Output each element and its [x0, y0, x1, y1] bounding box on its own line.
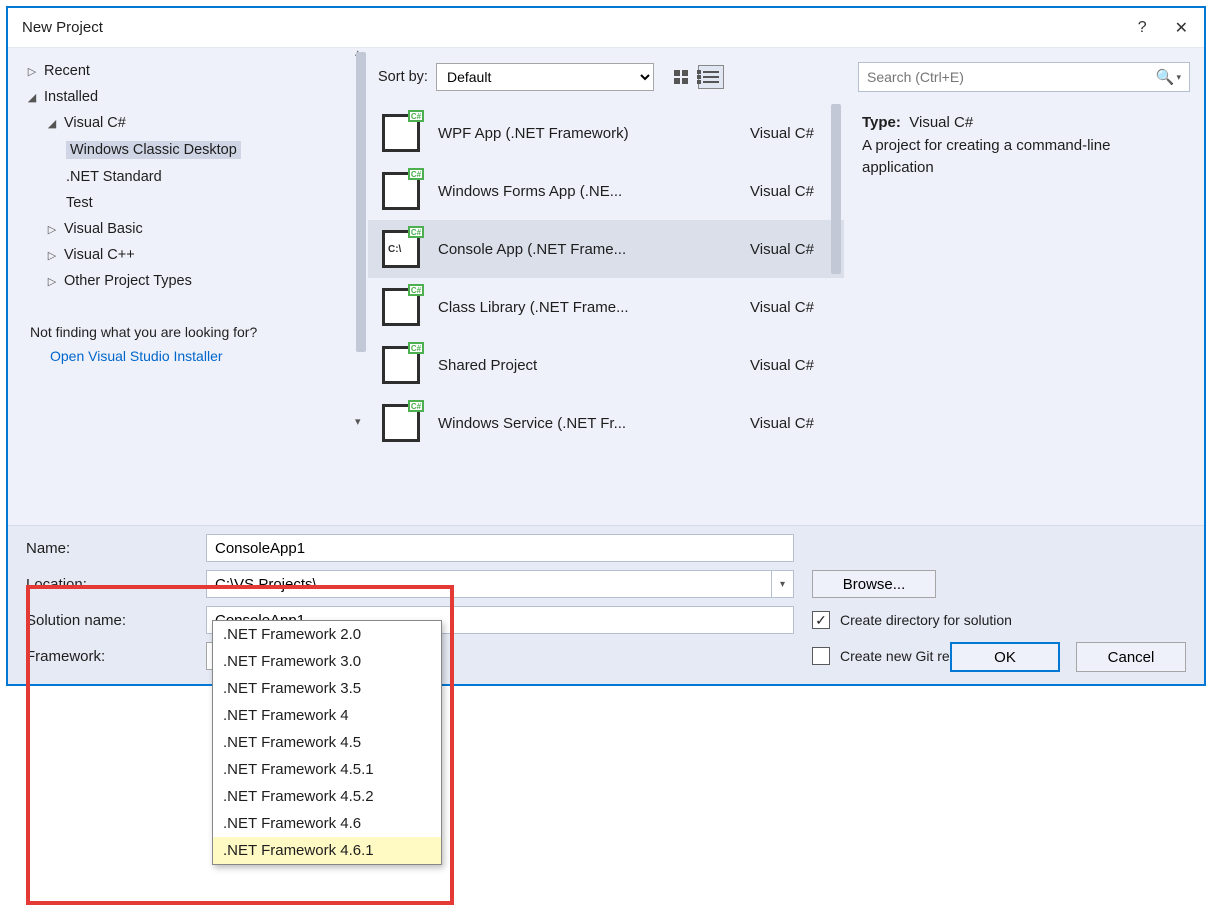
template-icon: C# [382, 346, 420, 384]
detail-type-value: Visual C# [909, 114, 973, 131]
browse-button[interactable]: Browse... [812, 570, 936, 598]
view-list-button[interactable] [698, 65, 724, 89]
not-finding-text: Not finding what you are looking for? [30, 324, 350, 340]
template-lang: Visual C# [750, 241, 830, 258]
framework-option[interactable]: .NET Framework 3.0 [213, 648, 441, 675]
tree-item-visual-cpp[interactable]: ▷ Visual C++ [40, 242, 362, 268]
tree-item-windows-classic-desktop[interactable]: Windows Classic Desktop [60, 136, 362, 164]
template-row[interactable]: C#C:\ Console App (.NET Frame... Visual C# [368, 220, 844, 278]
location-input[interactable] [206, 570, 772, 598]
tree-item-test[interactable]: Test [60, 190, 362, 216]
chevron-right-icon: ▷ [26, 65, 38, 78]
tree-item-recent[interactable]: ▷ Recent [20, 58, 362, 84]
template-name: Shared Project [438, 357, 732, 374]
tree-item-installed[interactable]: ◢ Installed [20, 84, 362, 110]
template-lang: Visual C# [750, 183, 830, 200]
template-row[interactable]: C# Shared Project Visual C# [368, 336, 844, 394]
template-name: Windows Forms App (.NE... [438, 183, 732, 200]
template-detail: Type: Visual C# A project for creating a… [844, 98, 1204, 525]
search-icon[interactable]: 🔍 ▾ [1156, 68, 1181, 86]
template-list: C# WPF App (.NET Framework) Visual C# C# Win… [368, 98, 844, 525]
detail-description: A project for creating a command-line ap… [862, 135, 1186, 180]
template-scrollbar[interactable] [828, 104, 844, 494]
create-git-checkbox[interactable] [812, 647, 830, 665]
chevron-right-icon: ▷ [46, 223, 58, 236]
template-row[interactable]: C# Windows Forms App (.NE... Visual C# [368, 162, 844, 220]
chevron-down-icon: ◢ [46, 117, 58, 130]
tree-item-visual-basic[interactable]: ▷ Visual Basic [40, 216, 362, 242]
chevron-right-icon: ▷ [46, 249, 58, 262]
template-name: Class Library (.NET Frame... [438, 299, 732, 316]
name-input[interactable] [206, 534, 794, 562]
tree-item-visual-csharp[interactable]: ◢ Visual C# [40, 110, 362, 136]
framework-option[interactable]: .NET Framework 4.5.2 [213, 783, 441, 810]
tree-scrollbar[interactable]: ▴ ▾ [354, 52, 368, 422]
framework-label: Framework: [26, 648, 206, 665]
new-project-dialog: New Project ? ✕ ▷ Recent ◢ Installed ◢ V… [6, 6, 1206, 686]
search-input[interactable] [867, 69, 1156, 85]
create-directory-checkbox[interactable]: ✓ [812, 611, 830, 629]
template-lang: Visual C# [750, 415, 830, 432]
template-row[interactable]: C# WPF App (.NET Framework) Visual C# [368, 104, 844, 162]
chevron-down-icon: ◢ [26, 91, 38, 104]
tree-item-other-project-types[interactable]: ▷ Other Project Types [40, 268, 362, 294]
location-label: Location: [26, 576, 206, 593]
template-icon: C# [382, 172, 420, 210]
project-form: Name: Location: ▾ Browse... Solution nam… [8, 525, 1204, 684]
framework-option[interactable]: .NET Framework 4.5.1 [213, 756, 441, 783]
template-lang: Visual C# [750, 357, 830, 374]
template-icon: C#C:\ [382, 230, 420, 268]
close-icon[interactable]: ✕ [1175, 18, 1188, 38]
name-label: Name: [26, 540, 206, 557]
template-row[interactable]: C# Windows Service (.NET Fr... Visual C# [368, 394, 844, 452]
template-name: WPF App (.NET Framework) [438, 125, 732, 142]
template-lang: Visual C# [750, 299, 830, 316]
tree-item-net-standard[interactable]: .NET Standard [60, 164, 362, 190]
sort-select[interactable]: Default [436, 63, 654, 91]
create-directory-label: Create directory for solution [840, 612, 1012, 628]
template-icon: C# [382, 404, 420, 442]
cancel-button[interactable]: Cancel [1076, 642, 1186, 672]
view-tiles-button[interactable] [668, 65, 694, 89]
solution-name-label: Solution name: [26, 612, 206, 629]
template-row[interactable]: C# Class Library (.NET Frame... Visual C# [368, 278, 844, 336]
framework-option[interactable]: .NET Framework 4.5 [213, 729, 441, 756]
framework-dropdown: .NET Framework 2.0.NET Framework 3.0.NET… [212, 620, 442, 865]
dialog-title: New Project [22, 19, 103, 36]
framework-option[interactable]: .NET Framework 2.0 [213, 621, 441, 648]
search-box[interactable]: 🔍 ▾ [858, 62, 1190, 92]
sort-label: Sort by: [378, 69, 428, 85]
titlebar: New Project ? ✕ [8, 8, 1204, 48]
template-icon: C# [382, 114, 420, 152]
detail-type-label: Type: [862, 114, 901, 131]
ok-button[interactable]: OK [950, 642, 1060, 672]
template-name: Console App (.NET Frame... [438, 241, 732, 258]
framework-option[interactable]: .NET Framework 4.6.1 [213, 837, 441, 864]
template-icon: C# [382, 288, 420, 326]
framework-option[interactable]: .NET Framework 4.6 [213, 810, 441, 837]
open-installer-link[interactable]: Open Visual Studio Installer [50, 348, 350, 364]
framework-option[interactable]: .NET Framework 4 [213, 702, 441, 729]
location-dropdown-icon[interactable]: ▾ [772, 570, 794, 598]
framework-option[interactable]: .NET Framework 3.5 [213, 675, 441, 702]
template-lang: Visual C# [750, 125, 830, 142]
template-tree: ▷ Recent ◢ Installed ◢ Visual C# Windows… [8, 48, 368, 525]
chevron-right-icon: ▷ [46, 275, 58, 288]
template-name: Windows Service (.NET Fr... [438, 415, 732, 432]
sort-bar: Sort by: Default [368, 48, 844, 98]
help-icon[interactable]: ? [1138, 19, 1147, 37]
